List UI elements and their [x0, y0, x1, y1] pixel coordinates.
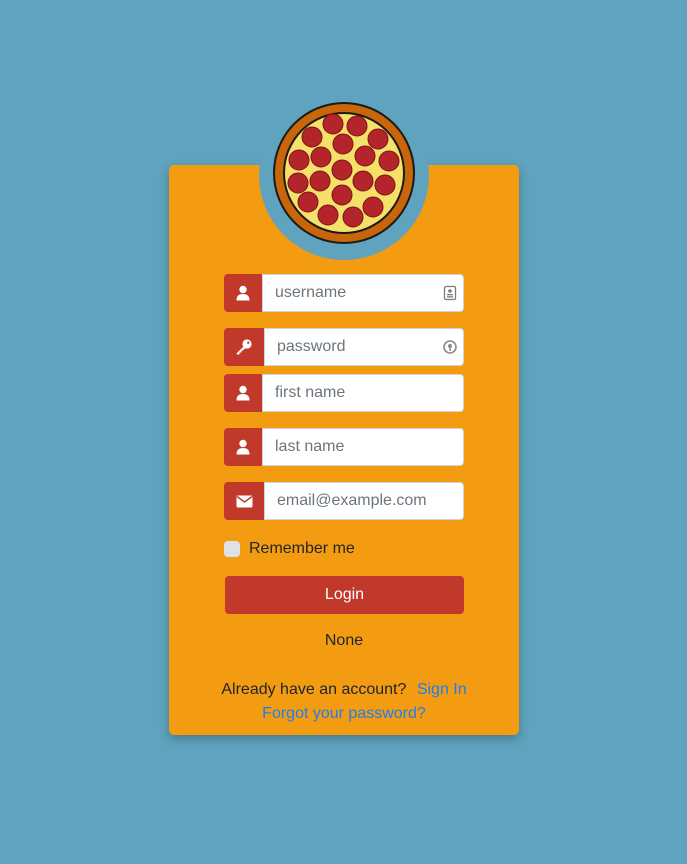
- last-name-input[interactable]: [262, 428, 464, 466]
- pizza-logo-icon: [273, 102, 415, 244]
- forgot-password-link[interactable]: Forgot your password?: [262, 705, 426, 722]
- email-input[interactable]: [264, 482, 464, 520]
- password-manager-icon[interactable]: [442, 339, 458, 355]
- username-input[interactable]: [262, 274, 464, 312]
- password-input[interactable]: [264, 328, 464, 366]
- first-name-input[interactable]: [262, 374, 464, 412]
- login-button[interactable]: Login: [225, 576, 464, 614]
- email-field-group: [224, 482, 464, 520]
- forgot-row: Forgot your password?: [169, 705, 519, 723]
- user-icon: [224, 274, 262, 312]
- contact-card-icon[interactable]: [442, 285, 458, 301]
- user-icon: [224, 374, 262, 412]
- first-name-field-group: [224, 374, 464, 412]
- account-row: Already have an account? Sign In: [169, 681, 519, 699]
- username-field-group: [224, 274, 464, 312]
- key-icon: [224, 328, 264, 366]
- envelope-icon: [224, 482, 264, 520]
- sign-in-link[interactable]: Sign In: [417, 681, 467, 698]
- last-name-field-group: [224, 428, 464, 466]
- remember-me-row: Remember me: [224, 539, 355, 559]
- status-message: None: [324, 632, 364, 649]
- remember-me-checkbox[interactable]: [224, 541, 240, 557]
- remember-me-label[interactable]: Remember me: [249, 540, 355, 558]
- password-field-group: [224, 328, 464, 366]
- user-icon: [224, 428, 262, 466]
- account-prompt: Already have an account?: [221, 681, 407, 698]
